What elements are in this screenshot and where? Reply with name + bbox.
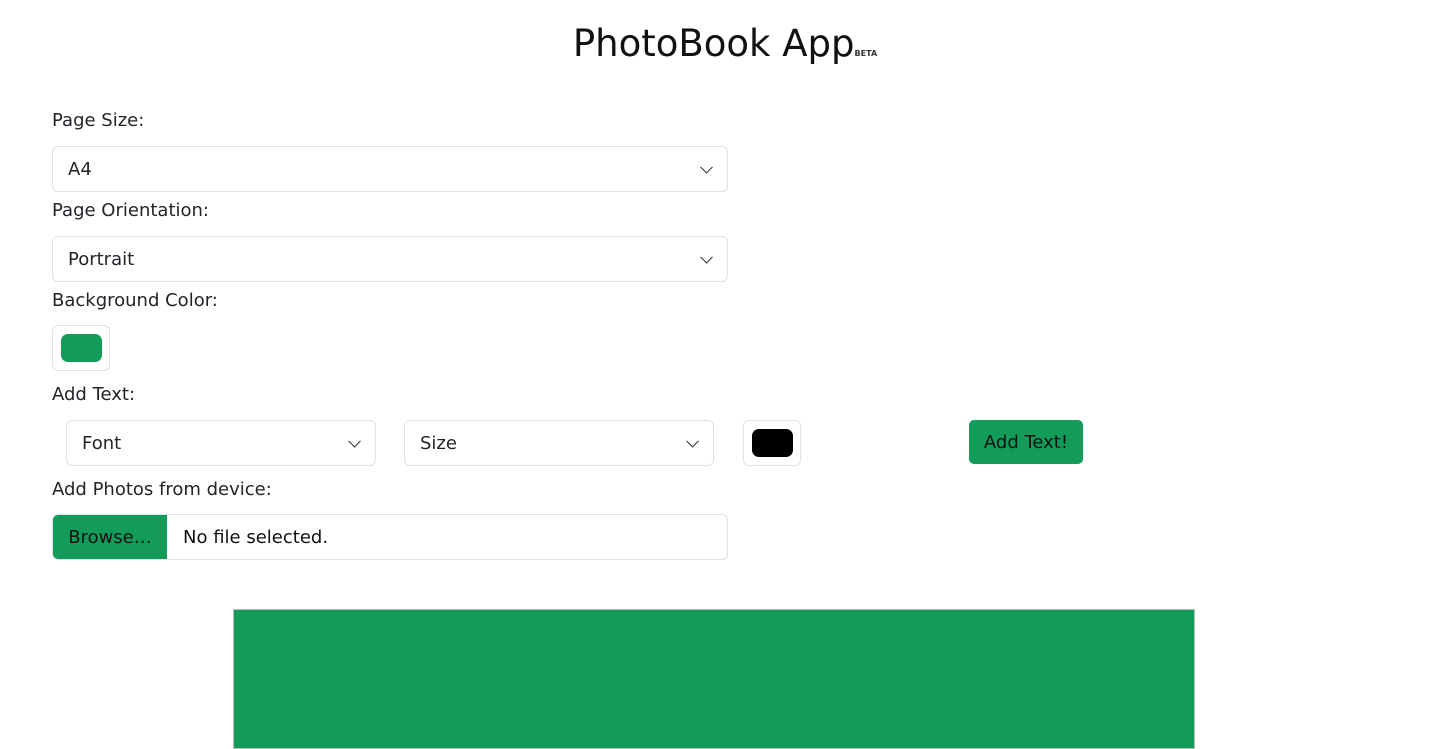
text-color-picker[interactable]: [743, 420, 801, 466]
photo-file-input[interactable]: Browse… No file selected.: [52, 514, 728, 560]
background-color-label: Background Color:: [52, 290, 218, 311]
font-select-value: Font: [82, 432, 122, 454]
chevron-down-icon: [700, 250, 713, 264]
page-orientation-select[interactable]: Portrait: [52, 236, 728, 282]
app-title: PhotoBook App: [572, 22, 855, 65]
page-orientation-value: Portrait: [68, 248, 135, 270]
file-status-text: No file selected.: [183, 526, 329, 548]
add-text-label: Add Text:: [52, 384, 136, 405]
chevron-down-icon: [686, 434, 699, 448]
browse-button[interactable]: Browse…: [53, 515, 167, 559]
page-size-select[interactable]: A4: [52, 146, 728, 192]
photobook-page-canvas[interactable]: [233, 609, 1195, 749]
background-color-picker[interactable]: [52, 325, 110, 371]
add-text-button[interactable]: Add Text!: [969, 420, 1083, 464]
page-size-value: A4: [68, 158, 92, 180]
background-color-swatch: [61, 334, 102, 362]
text-color-swatch: [752, 429, 793, 457]
chevron-down-icon: [348, 434, 361, 448]
size-select[interactable]: Size: [404, 420, 714, 466]
add-photos-label: Add Photos from device:: [52, 479, 272, 500]
beta-badge: BETA: [854, 49, 878, 58]
app-header: PhotoBook AppBETA: [0, 22, 1450, 65]
font-select[interactable]: Font: [66, 420, 376, 466]
chevron-down-icon: [700, 160, 713, 174]
page-orientation-label: Page Orientation:: [52, 200, 209, 221]
size-select-value: Size: [420, 432, 457, 454]
page-size-label: Page Size:: [52, 110, 145, 131]
